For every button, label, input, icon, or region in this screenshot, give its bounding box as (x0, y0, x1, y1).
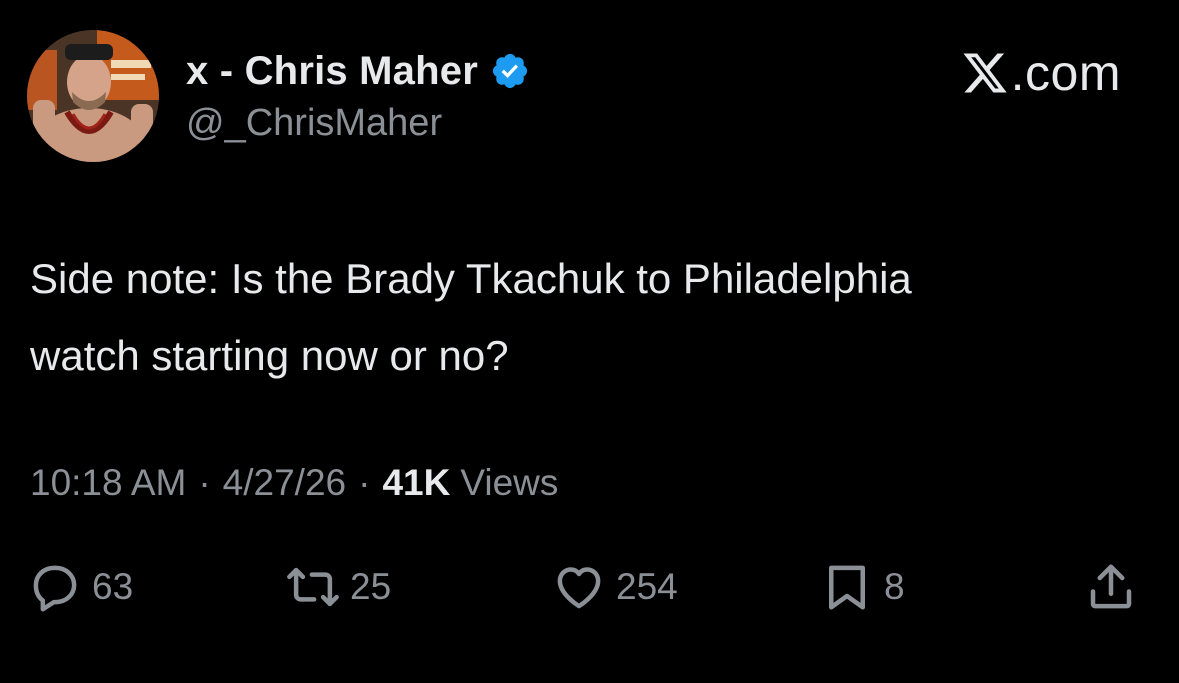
like-count: 254 (616, 566, 678, 607)
author-name-row[interactable]: x - Chris Maher (186, 46, 530, 96)
share-button[interactable] (1084, 555, 1138, 619)
brand-label: .com (1010, 45, 1121, 101)
x-logo-icon (961, 49, 1009, 97)
heart-icon (552, 560, 606, 614)
reply-count: 63 (92, 566, 134, 607)
repost-count: 25 (350, 566, 392, 607)
tweet-meta: 10:18 AM · 4/27/26 · 41K Views (30, 462, 558, 504)
avatar[interactable] (27, 30, 159, 162)
meta-separator: · (198, 462, 211, 503)
action-bar: 63 25 254 8 (0, 555, 1179, 619)
reply-icon (28, 560, 82, 614)
repost-icon (286, 560, 340, 614)
bookmark-count: 8 (884, 566, 905, 607)
views-label: Views (460, 462, 559, 503)
share-icon (1084, 560, 1138, 614)
author-display-name[interactable]: x - Chris Maher (186, 49, 478, 94)
tweet-time[interactable]: 10:18 AM (30, 462, 186, 504)
bookmark-button[interactable]: 8 (820, 555, 905, 619)
brand-watermark: .com (961, 44, 1121, 102)
profile-photo (27, 30, 159, 162)
verified-badge-icon (490, 51, 530, 91)
like-button[interactable]: 254 (552, 555, 678, 619)
tweet-date[interactable]: 4/27/26 (223, 462, 346, 504)
reply-button[interactable]: 63 (28, 555, 133, 619)
repost-button[interactable]: 25 (286, 555, 391, 619)
bookmark-icon (820, 560, 874, 614)
meta-separator: · (358, 462, 371, 503)
views-count[interactable]: 41K (382, 462, 450, 504)
tweet-card: x - Chris Maher @_ChrisMaher .com Side n… (0, 0, 1179, 683)
author-handle[interactable]: @_ChrisMaher (186, 102, 442, 145)
tweet-text: Side note: Is the Brady Tkachuk to Phila… (30, 255, 912, 379)
